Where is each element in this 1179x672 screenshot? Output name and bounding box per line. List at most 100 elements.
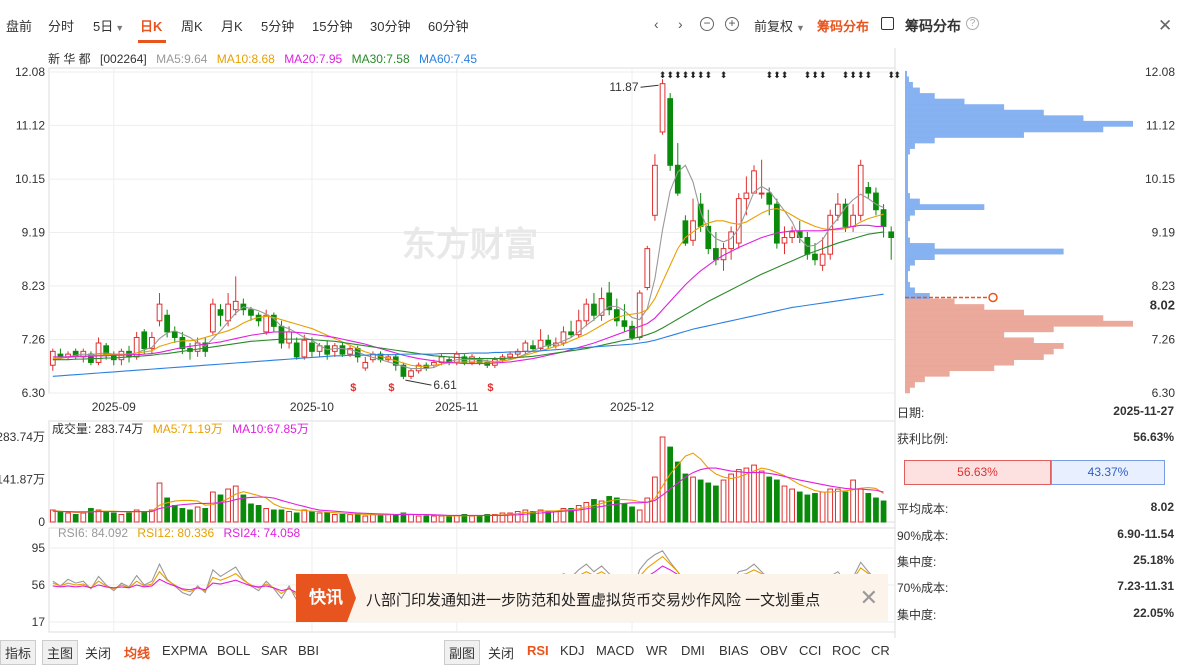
chip-bar [905,270,908,277]
chip-bar [905,170,908,177]
profit-row: 获利比例: 56.63% [897,430,1174,447]
volume-bar [126,512,132,523]
wr-button[interactable]: WR [646,643,668,658]
candle-body [827,214,834,255]
bbi-button[interactable]: BBI [298,643,319,658]
volume-bar [118,514,125,523]
chip-bar [905,120,1133,127]
volume-bar [850,479,856,523]
dmi-button[interactable]: DMI [681,643,705,658]
cost90-row: 90%成本: 6.90-11.54 [897,527,1174,544]
profit-label: 获利比例: [897,432,949,446]
chip-tick-label: 8.02 [1150,297,1175,312]
volume-tick-label: 141.87万 [0,473,45,487]
candle-body [766,192,773,205]
volume-bar [301,509,308,523]
grid [48,48,896,640]
date-tick-label: 2025-11 [435,400,478,414]
chip-bar [905,104,1005,111]
chip-bar [905,215,910,222]
kdj-button[interactable]: KDJ [560,643,585,658]
cci-button[interactable]: CCI [799,643,821,658]
expma-button[interactable]: EXPMA [162,643,208,658]
chip-bar [905,387,910,394]
chip-bar [905,259,915,266]
volume-bar [217,494,224,523]
main-chart-button[interactable]: 主图 [42,640,79,665]
candle-body [621,320,628,327]
candle-body [453,353,460,363]
chip-bar [905,370,950,377]
volume-bar [316,512,323,523]
candle-body [171,331,178,338]
boll-button[interactable]: BOLL [217,643,250,658]
chip-bar [905,337,1034,344]
volume-bar [591,499,597,523]
date-row: 日期: 2025-11-27 [897,404,1174,421]
volume-bar [469,515,475,523]
volume-bar [232,485,239,523]
candle-body [225,303,231,322]
chip-bar [905,98,965,105]
chip-bar [905,70,907,77]
volume-bar [392,514,399,523]
candle-body [667,98,674,166]
chip-tick-label: 8.23 [1152,279,1176,293]
chip-bar [905,181,908,188]
news-text[interactable]: 八部门印发通知进一步防范和处置虚拟货币交易炒作风险 一文划重点 [366,589,820,610]
roc-button[interactable]: ROC [832,643,861,658]
volume-bar [202,508,209,523]
stock-chart[interactable]: 东方财富 11.876.61$ $ $⬍ ⬍ ⬍ ⬍ ⬍ ⬍ ⬍ ⬍ ⬍ ⬍ ⬍ ⬍ ⬍ ⬍ ⬍ ⬍ ⬍ ⬍ ⬍⬍ 12… [0,0,1179,672]
cr-button[interactable]: CR [871,643,890,658]
candle-body [141,331,148,350]
ma-button[interactable]: 均线 [124,643,150,662]
chip-bar [905,76,909,83]
event-marker-icon: ⬍ [804,70,812,80]
chip-bar [905,159,908,166]
sub-chart-button[interactable]: 副图 [444,640,481,665]
macd-button[interactable]: MACD [596,643,634,658]
volume-bar [804,494,811,523]
chip-bar [905,309,1024,316]
event-marker-icon: ⬍ [697,70,705,80]
signal-marker-icon: $ [350,382,356,394]
sub-close-button[interactable]: 关闭 [488,643,514,662]
avg-cost-value: 8.02 [1150,500,1174,514]
volume-bar [865,493,872,523]
rsi-button[interactable]: RSI [527,643,549,658]
volume-bar [263,508,270,523]
candle-body [728,231,734,250]
rsi-tick-label: 17 [32,615,46,629]
volume-bar [682,473,689,523]
event-marker-icon: ⬍ [659,70,667,80]
chip-bar [905,109,1044,116]
candle-body [880,209,887,227]
volume-bar [880,500,887,523]
candle-body [164,314,170,333]
volume-label: 成交量: 283.74万 [52,422,144,436]
volume-bar [697,479,704,523]
candle-body [781,236,788,244]
rsi12-label: RSI12: 80.336 [137,526,215,540]
close-icon[interactable]: ✕ [860,585,878,611]
main-close-button[interactable]: 关闭 [85,643,111,662]
chip-bar [905,237,910,244]
price-tick-label: 12.08 [15,65,45,79]
signal-marker-icon: $ [388,382,394,394]
news-banner[interactable]: 快讯 八部门印发通知进一步防范和处置虚拟货币交易炒作风险 一文划重点 ✕ [296,574,888,622]
high-annotation: 11.87 [609,80,638,94]
volume-legend: 成交量: 283.74万 MA5:71.19万 MA10:67.85万 [52,420,309,437]
indicator-menu-button[interactable]: 指标 [0,640,37,665]
candle-body [309,342,315,352]
chip-bar [905,226,908,233]
sar-button[interactable]: SAR [261,643,288,658]
obv-button[interactable]: OBV [760,643,787,658]
volume-tick-label: 283.74万 [0,430,45,444]
chip-bar [905,348,1054,355]
candle-body [210,303,216,333]
volume-bar [690,476,696,523]
volume-tick-label: 0 [38,515,45,529]
bias-button[interactable]: BIAS [719,643,749,658]
chip-bar [905,281,910,288]
date-value: 2025-11-27 [1113,404,1174,418]
